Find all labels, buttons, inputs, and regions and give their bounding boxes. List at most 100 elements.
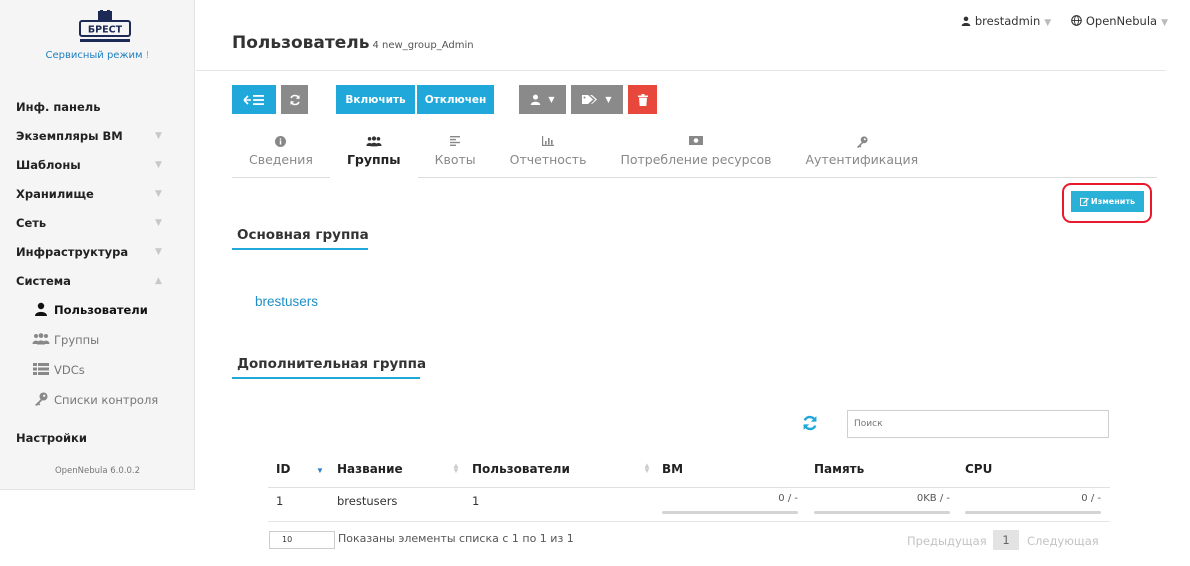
memory-usage-bar	[814, 511, 950, 514]
tags-icon	[582, 95, 598, 104]
globe-icon	[1071, 14, 1086, 28]
table-header-divider	[268, 487, 1110, 488]
service-mode-label: Сервисный режим!	[0, 50, 195, 61]
sidebar-item-label: Инфраструктура	[16, 244, 129, 259]
column-header-cpu[interactable]: CPU	[965, 462, 992, 476]
delete-button[interactable]	[628, 85, 657, 114]
enable-button[interactable]: Включить	[336, 85, 415, 114]
labels-dropdown[interactable]: ▼	[571, 85, 623, 114]
back-list-icon	[243, 94, 264, 105]
chevron-down-icon: ▼	[155, 247, 162, 257]
page-title: Пользователь 4 new_group_Admin	[232, 33, 474, 53]
sidebar-item-label: Инф. панель	[16, 99, 101, 114]
users-icon	[366, 136, 382, 150]
sidebar-item-label: Система	[16, 273, 71, 288]
key-icon	[32, 392, 50, 409]
tab-accounting[interactable]: Отчетность	[493, 136, 604, 177]
cell-cpu: 0 / -	[1081, 493, 1101, 504]
sort-icon: ▲ ▼	[643, 461, 651, 475]
tab-quotas[interactable]: Квоты	[418, 136, 493, 177]
sidebar-item-vm-instances[interactable]: Экземпляры ВМ ▼	[0, 121, 195, 150]
column-header-id[interactable]: ID	[276, 462, 290, 476]
sidebar-item-system[interactable]: Система ▲	[0, 266, 195, 295]
sidebar-item-label: Шаблоны	[16, 157, 81, 172]
primary-group-value: brestusers	[255, 294, 319, 309]
tab-label: Отчетность	[509, 152, 587, 167]
users-icon	[32, 332, 50, 348]
pagination-next[interactable]: Следующая	[1027, 534, 1099, 548]
tab-authentication[interactable]: Аутентификация	[788, 136, 935, 177]
search-input[interactable]	[847, 410, 1109, 438]
sidebar-item-storage[interactable]: Хранилище ▼	[0, 179, 195, 208]
user-actions-dropdown[interactable]: ▼	[519, 85, 566, 114]
column-header-name[interactable]: Название	[337, 462, 403, 476]
sort-desc-icon: ▼	[316, 466, 324, 475]
money-icon	[688, 136, 703, 150]
username: brestadmin	[974, 14, 1041, 28]
column-header-users[interactable]: Пользователи	[472, 462, 570, 476]
user-icon	[32, 302, 50, 319]
table-row-divider	[268, 521, 1110, 522]
cell-users: 1	[472, 494, 480, 508]
tab-label: Сведения	[249, 152, 313, 167]
chevron-down-icon: ▼	[155, 160, 162, 170]
sidebar-item-vdcs[interactable]: VDCs	[0, 355, 195, 385]
sidebar-item-network[interactable]: Сеть ▼	[0, 208, 195, 237]
back-button[interactable]	[232, 85, 276, 114]
caret-down-icon: ▼	[548, 95, 555, 104]
table-info: Показаны элементы списка с 1 по 1 из 1	[338, 532, 574, 545]
tab-label: Потребление ресурсов	[620, 152, 772, 167]
column-header-memory[interactable]: Память	[814, 462, 864, 476]
sidebar-item-acls[interactable]: Списки контроля	[0, 385, 195, 415]
brand-name-text: БРЕСТ	[88, 25, 123, 36]
tab-showback[interactable]: Потребление ресурсов	[603, 136, 788, 177]
caret-down-icon: ▼	[1161, 18, 1168, 28]
bar-chart-icon	[542, 136, 555, 150]
page-length-select[interactable]: 10	[269, 531, 335, 549]
header-divider	[196, 70, 1166, 71]
caret-down-icon: ▼	[1044, 18, 1052, 28]
zone-menu[interactable]: OpenNebula ▼	[1071, 14, 1168, 28]
cell-memory: 0KB / -	[916, 493, 950, 504]
user-menu[interactable]: brestadmin ▼	[961, 14, 1051, 28]
sidebar: БРЕСТ Сервисный режим! Инф. панель Экзем…	[0, 0, 195, 490]
chevron-up-icon: ▲	[155, 276, 162, 286]
tab-groups[interactable]: Группы	[329, 136, 418, 178]
sidebar-item-infrastructure[interactable]: Инфраструктура ▼	[0, 237, 195, 266]
sidebar-item-templates[interactable]: Шаблоны ▼	[0, 150, 195, 179]
caret-down-icon: ▼	[605, 95, 612, 104]
refresh-button[interactable]	[281, 85, 308, 114]
brand-logo[interactable]: БРЕСТ Сервисный режим!	[0, 0, 195, 75]
chevron-down-icon: ▼	[155, 189, 162, 199]
user-icon	[531, 94, 541, 105]
sidebar-item-groups[interactable]: Группы	[0, 325, 195, 355]
sidebar-item-label: VDCs	[54, 363, 85, 377]
refresh-icon	[289, 94, 300, 105]
version-label: OpenNebula 6.0.0.2	[54, 466, 141, 476]
brest-logo-icon: БРЕСТ	[79, 10, 131, 42]
sidebar-item-users[interactable]: Пользователи	[0, 295, 195, 325]
sidebar-item-label: Списки контроля	[54, 393, 159, 407]
table-refresh-button[interactable]	[802, 415, 818, 431]
cell-vm: 0 / -	[778, 493, 798, 504]
page-subtitle: 4 new_group_Admin	[372, 40, 474, 51]
sidebar-item-label: Группы	[54, 333, 100, 347]
cpu-usage-bar	[965, 511, 1101, 514]
sidebar-nav: Инф. панель Экземпляры ВМ ▼ Шаблоны ▼ Хран…	[0, 92, 195, 452]
edit-button-label: Изменить	[1090, 197, 1136, 206]
sidebar-item-dashboard[interactable]: Инф. панель	[0, 92, 195, 121]
zone-name: OpenNebula	[1085, 14, 1158, 28]
user-menu-bar: brestadmin ▼ OpenNebula ▼	[961, 14, 1168, 28]
list-icon	[32, 362, 50, 378]
column-header-vm[interactable]: ВМ	[662, 462, 683, 476]
align-icon	[450, 136, 461, 150]
pagination-previous[interactable]: Предыдущая	[907, 534, 987, 548]
tab-info[interactable]: Сведения	[232, 136, 330, 177]
tab-label: Группы	[346, 152, 401, 167]
pagination-current-page[interactable]: 1	[993, 530, 1019, 550]
disable-button[interactable]: Отключен	[417, 85, 494, 114]
sidebar-item-settings[interactable]: Настройки	[0, 423, 195, 452]
sort-icon: ▲ ▼	[452, 461, 460, 475]
edit-button[interactable]: Изменить	[1071, 191, 1144, 212]
primary-group-heading: Основная группа	[237, 227, 369, 243]
